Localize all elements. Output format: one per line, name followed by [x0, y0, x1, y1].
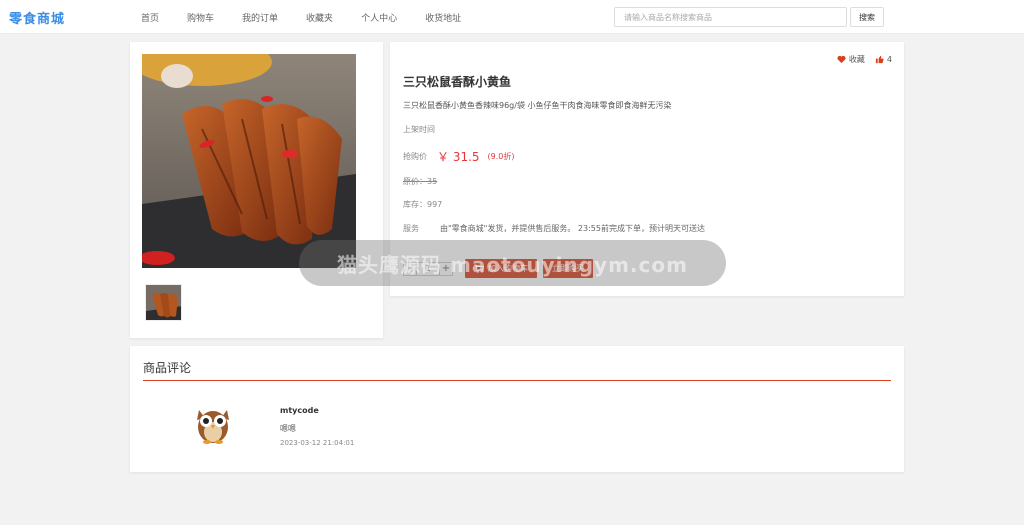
nav-address[interactable]: 收货地址 [425, 11, 461, 24]
nav-orders[interactable]: 我的订单 [242, 11, 278, 24]
watermark-overlay: 猫头鹰源码 maotouyingym.com [299, 240, 726, 286]
main-nav: 首页 购物车 我的订单 收藏夹 个人中心 收货地址 [141, 11, 489, 24]
service-text: 由"零食商城"发货，并提供售后服务。 23:55前完成下单，预计明天可送达 [440, 224, 705, 233]
nav-favorites[interactable]: 收藏夹 [306, 11, 333, 24]
product-actions: 收藏 4 [827, 54, 892, 65]
review-username: mtycode [280, 406, 319, 415]
thumbs-up-icon [875, 55, 884, 64]
product-image-panel [130, 42, 383, 338]
product-title: 三只松鼠香酥小黄鱼 [403, 75, 512, 89]
stock-value: 库存：997 [403, 200, 443, 209]
heart-icon [837, 55, 846, 64]
listed-time-row: 上架时间 [403, 124, 435, 135]
discount-badge: (9.0折) [487, 152, 515, 161]
price-row: 抢购价 ￥ 31.5 (9.0折) [403, 148, 515, 165]
nav-home[interactable]: 首页 [141, 11, 159, 24]
review-time: 2023-03-12 21:04:01 [280, 439, 355, 447]
service-row: 服务 由"零食商城"发货，并提供售后服务。 23:55前完成下单，预计明天可送达 [403, 223, 705, 234]
favorite-button[interactable]: 收藏 [837, 54, 865, 65]
product-main-image [142, 54, 356, 268]
favorite-label: 收藏 [848, 55, 865, 64]
reviews-title: 商品评论 [143, 361, 192, 375]
top-bar: 零食商城 首页 购物车 我的订单 收藏夹 个人中心 收货地址 搜索 [0, 0, 1024, 34]
nav-profile[interactable]: 个人中心 [361, 11, 397, 24]
nav-cart[interactable]: 购物车 [187, 11, 214, 24]
original-price: 原价：35 [403, 177, 438, 186]
reviews-panel: 商品评论 mtycode 嗯嗯 2023-03-12 21:04:01 [130, 346, 904, 472]
brand-logo[interactable]: 零食商城 [9, 8, 65, 27]
original-price-row: 原价：35 [403, 176, 437, 187]
search-input[interactable] [614, 7, 847, 27]
product-description: 三只松鼠香酥小黄鱼香辣味96g/袋 小鱼仔鱼干肉食海味零食即食海鲜无污染 [403, 101, 672, 110]
search-button[interactable]: 搜索 [850, 7, 884, 27]
price-value: ￥ 31.5 [437, 150, 480, 164]
avatar [194, 402, 232, 444]
price-label: 抢购价 [403, 152, 427, 161]
service-label: 服务 [403, 224, 419, 233]
like-button[interactable]: 4 [875, 55, 892, 64]
product-thumbnail[interactable] [145, 284, 182, 321]
listed-time-label: 上架时间 [403, 125, 435, 134]
like-count: 4 [886, 55, 892, 64]
stock-row: 库存：997 [403, 199, 442, 210]
review-content: 嗯嗯 [280, 424, 296, 433]
reviews-divider [143, 380, 891, 381]
